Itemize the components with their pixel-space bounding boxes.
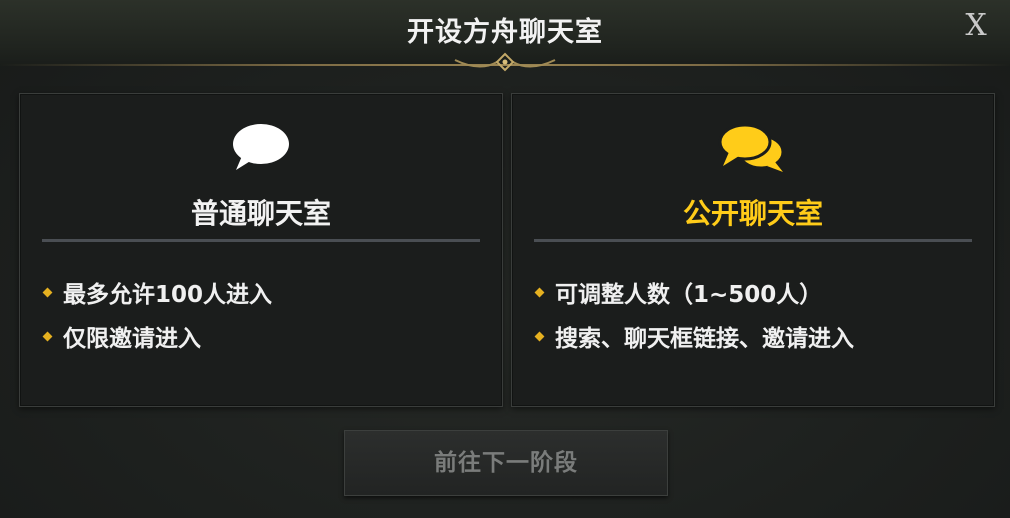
feature-item: 搜索、聊天框链接、邀请进入 <box>534 314 854 358</box>
diamond-bullet-icon <box>534 287 545 297</box>
header-ornament-icon <box>454 52 556 72</box>
feature-item: 最多允许100人进入 <box>42 270 273 314</box>
diamond-bullet-icon <box>534 331 545 341</box>
public-chatroom-title: 公开聊天室 <box>682 197 823 230</box>
public-chatroom-card[interactable]: 公开聊天室 可调整人数（1~500人） 搜索、聊天框链接、邀请进入 <box>511 93 995 407</box>
diamond-bullet-icon <box>42 331 53 341</box>
public-feature-list: 可调整人数（1~500人） 搜索、聊天框链接、邀请进入 <box>534 270 854 358</box>
card-divider <box>42 239 480 242</box>
feature-text: 仅限邀请进入 <box>63 326 201 352</box>
feature-item: 可调整人数（1~500人） <box>534 270 854 314</box>
feature-text: 可调整人数（1~500人） <box>555 282 823 308</box>
speech-bubble-icon <box>20 122 502 174</box>
feature-text: 搜索、聊天框链接、邀请进入 <box>555 326 854 352</box>
card-divider <box>534 239 972 242</box>
normal-chatroom-card[interactable]: 普通聊天室 最多允许100人进入 仅限邀请进入 <box>19 93 503 407</box>
dialog-title: 开设方舟聊天室 <box>407 17 603 48</box>
feature-text: 最多允许100人进入 <box>63 282 273 308</box>
feature-item: 仅限邀请进入 <box>42 314 272 358</box>
diamond-bullet-icon <box>42 287 53 297</box>
create-chatroom-dialog: 开设方舟聊天室 X 普通聊天室 最多允许100人进入 仅限邀请进入 公开聊天室 … <box>0 0 1010 518</box>
close-button[interactable]: X <box>958 8 994 44</box>
normal-chatroom-title: 普通聊天室 <box>190 197 331 230</box>
next-step-button[interactable]: 前往下一阶段 <box>344 430 668 496</box>
double-speech-bubble-icon <box>512 122 994 174</box>
normal-feature-list: 最多允许100人进入 仅限邀请进入 <box>42 270 273 358</box>
